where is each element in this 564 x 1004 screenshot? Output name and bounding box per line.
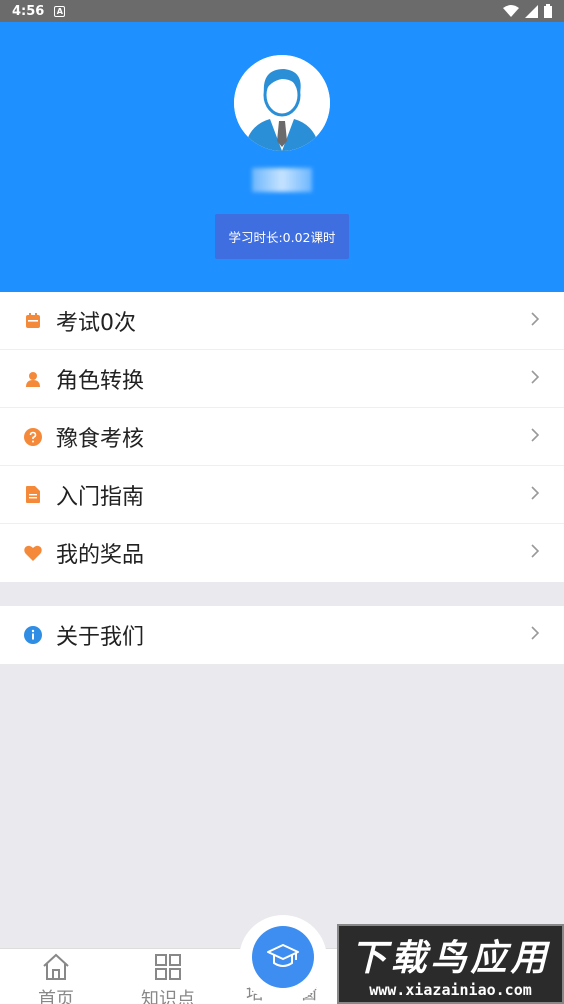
chevron-right-icon [530, 427, 540, 447]
tab-label: 首页 [38, 989, 74, 1004]
grid-icon [154, 953, 182, 981]
menu-item-role-switch[interactable]: 角色转换 [0, 350, 564, 408]
about-menu: 关于我们 [0, 606, 564, 664]
battery-icon [544, 4, 552, 18]
chevron-right-icon [530, 311, 540, 331]
menu-item-about[interactable]: 关于我们 [0, 606, 564, 664]
menu-item-label: 入门指南 [56, 484, 145, 510]
menu-item-exams[interactable]: 考试0次 [0, 292, 564, 350]
tab-label: 知识点 [141, 989, 195, 1004]
info-icon [24, 626, 42, 644]
question-icon [24, 427, 42, 446]
menu-item-label: 我的奖品 [56, 543, 145, 568]
menu-item-prizes[interactable]: 我的奖品 [0, 524, 564, 582]
status-time: 4:56 [12, 3, 45, 19]
chevron-right-icon [530, 543, 540, 563]
menu-item-label: 豫食考核 [56, 426, 145, 452]
menu-item-guide[interactable]: 入门指南 [0, 466, 564, 524]
wifi-icon [503, 4, 519, 17]
training-center-button[interactable] [252, 926, 314, 988]
chevron-right-icon [530, 625, 540, 645]
tab-home[interactable]: 首页 [0, 949, 112, 1004]
username-blurred [252, 168, 312, 192]
study-time-badge: 学习时长:0.02课时 [215, 214, 349, 259]
menu-item-assessment[interactable]: 豫食考核 [0, 408, 564, 466]
user-avatar-icon [234, 55, 330, 151]
avatar[interactable] [234, 55, 330, 151]
graduation-cap-icon [267, 944, 299, 967]
watermark-logo: 下载鸟应用 www.xiazainiao.com [337, 924, 564, 1004]
document-icon [24, 486, 42, 504]
profile-menu: 考试0次 角色转换 豫食考核 入门指南 我的奖品 [0, 292, 564, 582]
calendar-icon [24, 312, 42, 330]
signal-icon [525, 4, 538, 18]
home-icon [41, 953, 71, 981]
menu-item-label: 角色转换 [56, 368, 145, 394]
chevron-right-icon [530, 369, 540, 389]
menu-item-label: 关于我们 [56, 625, 145, 650]
watermark-url: www.xiazainiao.com [369, 981, 532, 999]
tab-knowledge[interactable]: 知识点 [112, 949, 224, 1004]
profile-header: 学习时长:0.02课时 [0, 22, 564, 292]
heart-icon [24, 544, 42, 562]
person-icon [24, 370, 42, 388]
status-bar: 4:56 A [0, 0, 564, 22]
watermark-title: 下载鸟应用 [350, 938, 551, 979]
menu-item-label: 考试0次 [56, 310, 136, 336]
chevron-right-icon [530, 485, 540, 505]
notification-a-icon: A [54, 5, 66, 17]
